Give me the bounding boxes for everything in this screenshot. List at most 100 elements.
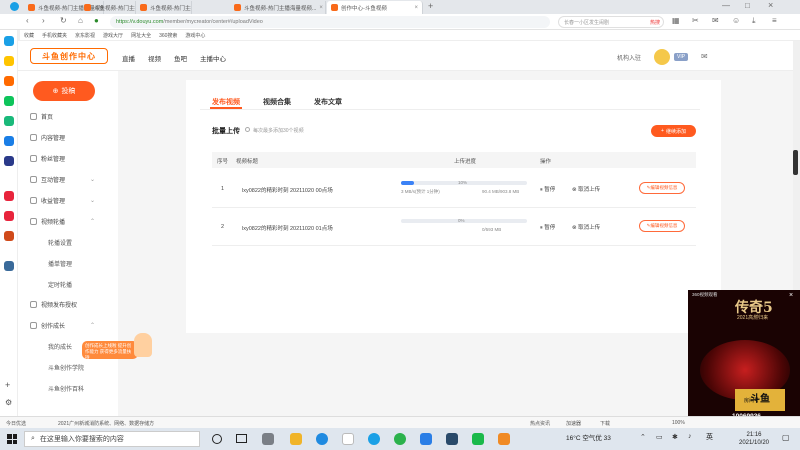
browser-search-input[interactable]: 长春一小区发生闹剧 热搜 <box>558 16 664 28</box>
browser-tab[interactable]: 斗鱼视频-热门主播海量视频...× <box>136 1 192 14</box>
cancel-upload-button[interactable]: ⊗ 取消上传 <box>572 185 600 193</box>
360-browser-icon[interactable] <box>394 433 406 445</box>
cancel-upload-button[interactable]: ⊗ 取消上传 <box>572 223 600 231</box>
dock-settings-icon[interactable]: ⚙ <box>5 398 12 407</box>
weather-widget[interactable]: 16°C 空气优 33 <box>566 432 611 442</box>
dock-game-icon[interactable] <box>4 76 14 86</box>
url-input[interactable]: https://v.douyu.com/member/mycreator/cen… <box>110 16 550 28</box>
sidebar-item-auth[interactable]: 视频发布授权 <box>30 300 77 309</box>
dock-shop-icon[interactable] <box>4 191 14 201</box>
dock-chat-icon[interactable] <box>4 116 14 126</box>
pause-button[interactable]: ⏸ 暂停 <box>540 185 555 194</box>
bluetooth-icon[interactable]: ✱ <box>672 433 678 441</box>
input-language[interactable]: 英 <box>706 432 713 442</box>
status-accelerator[interactable]: 加速器 <box>566 420 581 427</box>
sidebar-item-content[interactable]: 内容管理 <box>30 133 65 142</box>
sidebar-sub-carousel-settings[interactable]: 轮播设置 <box>48 238 72 247</box>
close-icon[interactable]: × <box>789 292 793 299</box>
bookmark-item[interactable]: 手机收藏夹 <box>42 32 67 39</box>
menu-icon[interactable]: ≡ <box>772 16 777 25</box>
nav-streamer-center[interactable]: 主播中心 <box>200 53 226 63</box>
forward-icon[interactable]: › <box>42 16 45 25</box>
browser-tab-active[interactable]: 创作中心-斗鱼视频 × <box>327 1 423 14</box>
site-logo[interactable]: 斗鱼创作中心 <box>30 48 108 64</box>
pause-button[interactable]: ⏸ 暂停 <box>540 223 555 232</box>
sidebar-sub-my-growth[interactable]: 我的成长 <box>48 342 72 351</box>
browser-tab[interactable]: 斗鱼视频-热门主播海量视频...× <box>80 1 136 14</box>
scrollbar-thumb[interactable] <box>793 150 798 175</box>
bookmark-item[interactable]: 京东影视 <box>75 32 95 39</box>
message-icon[interactable]: ✉ <box>701 52 708 61</box>
avatar[interactable] <box>654 49 670 65</box>
edge-icon[interactable] <box>316 433 328 445</box>
user-icon[interactable]: ☺ <box>732 16 740 25</box>
bookmark-item[interactable]: 游戏大厅 <box>103 32 123 39</box>
status-today[interactable]: 今日优选 <box>6 420 26 427</box>
minimize-icon[interactable]: — <box>722 1 730 10</box>
sidebar-sub-playlist[interactable]: 播单管理 <box>48 259 72 268</box>
bookmark-item[interactable]: 360搜索 <box>159 32 177 39</box>
status-news[interactable]: 2021广州新城消防系统、网络、数据存储方 <box>58 420 154 427</box>
grid-icon[interactable]: ▦ <box>672 16 680 25</box>
windows-start-icon[interactable] <box>7 434 17 444</box>
tray-up-icon[interactable]: ⌃ <box>640 433 646 441</box>
close-icon[interactable]: × <box>319 5 323 11</box>
wechat-icon[interactable] <box>472 433 484 445</box>
sidebar-item-growth[interactable]: 创作成长 ⌃ <box>30 321 95 330</box>
edit-video-info-button[interactable]: ✎ 编辑视频信息 <box>639 182 685 194</box>
status-download[interactable]: 下载 <box>600 420 610 427</box>
dock-browser-icon[interactable] <box>4 36 14 46</box>
nav-yuba[interactable]: 鱼吧 <box>174 53 187 63</box>
dock-add-icon[interactable]: + <box>5 380 10 390</box>
add-more-button[interactable]: + 继续添加 <box>651 125 696 137</box>
reload-icon[interactable]: ↻ <box>60 16 67 25</box>
sidebar-item-carousel[interactable]: 视频轮播 ⌃ <box>30 217 95 226</box>
ie-icon[interactable] <box>368 433 380 445</box>
sidebar-item-home[interactable]: 首页 <box>30 112 53 121</box>
sidebar-item-interaction[interactable]: 互动管理 ⌄ <box>30 175 95 184</box>
browser-tab[interactable]: 斗鱼视频-热门主播海量视频...× <box>230 1 326 14</box>
bookmark-item[interactable]: 网址大全 <box>131 32 151 39</box>
nav-live[interactable]: 直播 <box>122 53 135 63</box>
publish-button[interactable]: ⊕ 投稿 <box>33 81 95 101</box>
sidebar-sub-wiki[interactable]: 斗鱼创作百科 <box>48 384 84 393</box>
download-icon[interactable]: ⤓ <box>752 16 756 26</box>
tab-publish-article[interactable]: 发布文章 <box>314 97 342 107</box>
maximize-icon[interactable]: □ <box>745 1 750 10</box>
volume-icon[interactable]: ♪ <box>688 433 692 440</box>
taskbar-clock[interactable]: 21:16 2021/10/20 <box>730 431 778 447</box>
close-icon[interactable]: × <box>414 5 418 11</box>
tab-publish-video[interactable]: 发布视频 <box>212 97 240 107</box>
growth-promo-bubble[interactable]: 创作成长上线啦 提升创作能力 获得更多流量扶持 <box>82 341 138 360</box>
new-tab-button[interactable]: + <box>428 1 433 11</box>
dock-video-icon[interactable] <box>4 96 14 106</box>
bookmark-item[interactable]: 收藏 <box>24 32 34 39</box>
org-join-link[interactable]: 机构入驻 <box>617 53 641 62</box>
app-icon[interactable] <box>446 433 458 445</box>
status-hot[interactable]: 热点资讯 <box>530 420 550 427</box>
file-explorer-icon[interactable] <box>290 433 302 445</box>
tab-video-collection[interactable]: 视频合集 <box>263 97 291 107</box>
app-icon[interactable] <box>498 433 510 445</box>
taskbar-search-input[interactable]: ⌕ 在这里输入你要搜索的内容 <box>24 431 200 447</box>
sidebar-sub-academy[interactable]: 斗鱼创作学院 <box>48 363 84 372</box>
store-icon[interactable] <box>342 433 354 445</box>
zoom-level[interactable]: 100% <box>672 420 685 426</box>
mail-icon[interactable]: ✉ <box>712 16 719 25</box>
dock-misc-icon[interactable] <box>4 261 14 271</box>
dock-star-icon[interactable] <box>4 56 14 66</box>
dock-news-icon[interactable] <box>4 211 14 221</box>
cut-icon[interactable]: ✂ <box>692 16 699 25</box>
dock-app-icon[interactable] <box>4 156 14 166</box>
nav-video[interactable]: 视频 <box>148 53 161 63</box>
dock-pay-icon[interactable] <box>4 136 14 146</box>
edit-video-info-button[interactable]: ✎ 编辑视频信息 <box>639 220 685 232</box>
task-view-icon[interactable] <box>236 434 247 443</box>
upload-tool-icon[interactable] <box>420 433 432 445</box>
home-icon[interactable]: ⌂ <box>78 16 83 25</box>
sidebar-sub-scheduled[interactable]: 定时轮播 <box>48 280 72 289</box>
notification-icon[interactable]: ▢ <box>782 433 790 442</box>
sidebar-item-fans[interactable]: 粉丝管理 <box>30 154 65 163</box>
bookmark-item[interactable]: 游戏中心 <box>185 32 205 39</box>
cortana-icon[interactable] <box>212 434 222 444</box>
